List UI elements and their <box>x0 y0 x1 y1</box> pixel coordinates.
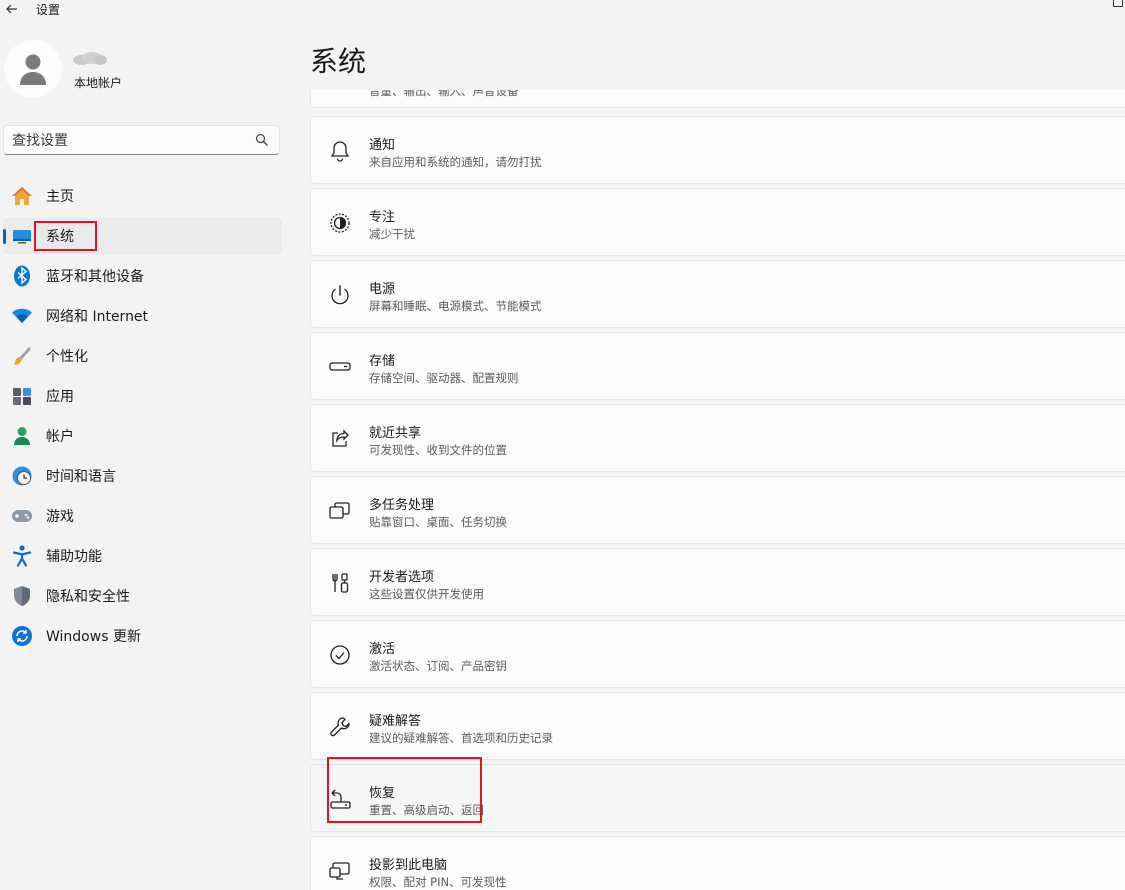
settings-card-storage[interactable]: 存储 存储空间、驱动器、配置规则 <box>310 332 1125 400</box>
sidebar-item-label: 应用 <box>46 389 74 405</box>
search-icon[interactable] <box>255 133 269 147</box>
sidebar-item-system[interactable]: 系统 <box>3 218 282 254</box>
sidebar-item-label: 主页 <box>46 189 74 205</box>
card-title: 激活 <box>369 642 396 657</box>
card-subtitle: 贴靠窗口、桌面、任务切换 <box>369 515 507 529</box>
sidebar-item-windows-update[interactable]: Windows 更新 <box>3 618 282 654</box>
sidebar-item-bluetooth[interactable]: 蓝牙和其他设备 <box>3 258 282 294</box>
card-subtitle: 这些设置仅供开发使用 <box>369 587 484 601</box>
wifi-icon <box>11 305 33 327</box>
card-subtitle: 来自应用和系统的通知，请勿打扰 <box>369 155 542 169</box>
sidebar-item-privacy[interactable]: 隐私和安全性 <box>3 578 282 614</box>
sidebar-item-home[interactable]: 主页 <box>3 178 282 214</box>
card-title: 投影到此电脑 <box>369 858 448 873</box>
sidebar-nav: 主页 系统 蓝牙和其他设备 网络和 Internet 个性化 应用 帐户 时间和… <box>0 178 290 658</box>
title-bar: 设置 <box>0 0 1125 18</box>
multitask-icon <box>328 499 352 523</box>
globe-clock-icon <box>11 465 33 487</box>
shield-icon <box>11 585 33 607</box>
card-title: 就近共享 <box>369 426 422 441</box>
card-title: 电源 <box>369 282 396 297</box>
sidebar-item-label: Windows 更新 <box>46 629 141 645</box>
sidebar-item-time-language[interactable]: 时间和语言 <box>3 458 282 494</box>
gamepad-icon <box>11 505 33 527</box>
apps-icon <box>11 385 33 407</box>
card-subtitle: 重置、高级启动、返回 <box>369 803 484 817</box>
focus-icon <box>328 211 352 235</box>
check-circle-icon <box>328 643 352 667</box>
card-subtitle: 可发现性、收到文件的位置 <box>369 443 507 457</box>
card-subtitle: 音量、输出、输入、声音设备 <box>369 90 519 98</box>
share-icon <box>328 427 352 451</box>
card-subtitle: 激活状态、订阅、产品密钥 <box>369 659 507 673</box>
sidebar-item-network[interactable]: 网络和 Internet <box>3 298 282 334</box>
sidebar-item-label: 帐户 <box>46 429 74 445</box>
card-title: 存储 <box>369 354 396 369</box>
settings-card-multitasking[interactable]: 多任务处理 贴靠窗口、桌面、任务切换 <box>310 476 1125 544</box>
card-subtitle: 减少干扰 <box>369 227 415 241</box>
developer-tools-icon <box>328 571 352 595</box>
accessibility-icon <box>11 545 33 567</box>
card-subtitle: 建议的疑难解答、首选项和历史记录 <box>369 731 553 745</box>
settings-card-focus[interactable]: 专注 减少干扰 <box>310 188 1125 256</box>
sidebar-item-label: 辅助功能 <box>46 549 102 565</box>
system-display-icon <box>11 225 33 247</box>
sidebar-item-label: 隐私和安全性 <box>46 589 130 605</box>
card-title: 多任务处理 <box>369 498 435 513</box>
page-title: 系统 <box>310 45 367 78</box>
settings-card-troubleshoot[interactable]: 疑难解答 建议的疑难解答、首选项和历史记录 <box>310 692 1125 760</box>
storage-icon <box>328 355 352 379</box>
app-title: 设置 <box>36 3 61 17</box>
settings-card-project-to-pc[interactable]: 投影到此电脑 权限、配对 PIN、可发现性 <box>310 836 1125 890</box>
account-type-label: 本地帐户 <box>74 76 123 90</box>
settings-card-recovery[interactable]: 恢复 重置、高级启动、返回 <box>310 764 1125 832</box>
card-title: 专注 <box>369 210 396 225</box>
settings-card-nearby-sharing[interactable]: 就近共享 可发现性、收到文件的位置 <box>310 404 1125 472</box>
back-button[interactable] <box>2 0 22 18</box>
power-icon <box>328 283 352 307</box>
sidebar-item-gaming[interactable]: 游戏 <box>3 498 282 534</box>
sidebar-item-label: 时间和语言 <box>46 469 116 485</box>
avatar <box>4 40 62 98</box>
back-arrow-icon <box>6 4 17 14</box>
card-subtitle: 权限、配对 PIN、可发现性 <box>369 875 507 889</box>
card-title: 通知 <box>369 138 396 153</box>
sidebar-item-apps[interactable]: 应用 <box>3 378 282 414</box>
sidebar-item-label: 网络和 Internet <box>46 309 149 325</box>
settings-card-notifications[interactable]: 通知 来自应用和系统的通知，请勿打扰 <box>310 116 1125 184</box>
card-subtitle: 存储空间、驱动器、配置规则 <box>369 371 519 385</box>
sidebar-item-accounts[interactable]: 帐户 <box>3 418 282 454</box>
account-icon <box>11 425 33 447</box>
home-icon <box>11 185 33 207</box>
user-profile[interactable]: 本地帐户 <box>4 40 294 104</box>
project-icon <box>328 859 352 883</box>
user-name-blur <box>73 52 107 65</box>
bluetooth-icon <box>11 265 33 287</box>
settings-card-power[interactable]: 电源 屏幕和睡眠、电源模式、节能模式 <box>310 260 1125 328</box>
recovery-icon <box>328 787 352 811</box>
card-subtitle: 屏幕和睡眠、电源模式、节能模式 <box>369 299 542 313</box>
search-box[interactable] <box>3 125 280 155</box>
sidebar-item-accessibility[interactable]: 辅助功能 <box>3 538 282 574</box>
card-title: 恢复 <box>369 786 396 801</box>
card-title: 疑难解答 <box>369 714 422 729</box>
search-input[interactable] <box>12 132 242 150</box>
bell-icon <box>328 139 352 163</box>
settings-card-sound[interactable]: 音量、输出、输入、声音设备 <box>310 90 1125 108</box>
person-icon <box>20 54 46 85</box>
wrench-icon <box>328 715 352 739</box>
sidebar-item-label: 个性化 <box>46 349 88 365</box>
settings-card-developer-options[interactable]: 开发者选项 这些设置仅供开发使用 <box>310 548 1125 616</box>
card-title: 开发者选项 <box>369 570 435 585</box>
sidebar-item-label: 游戏 <box>46 509 74 525</box>
selection-indicator <box>3 229 6 244</box>
window-control-icon[interactable] <box>1113 0 1123 7</box>
sidebar-item-label: 蓝牙和其他设备 <box>46 269 144 285</box>
sidebar-item-label: 系统 <box>46 229 74 245</box>
settings-card-activation[interactable]: 激活 激活状态、订阅、产品密钥 <box>310 620 1125 688</box>
update-icon <box>11 625 33 647</box>
settings-list: 音量、输出、输入、声音设备 通知 来自应用和系统的通知，请勿打扰 专注 减少干扰… <box>310 90 1125 890</box>
sidebar-item-personalization[interactable]: 个性化 <box>3 338 282 374</box>
brush-icon <box>11 345 33 367</box>
